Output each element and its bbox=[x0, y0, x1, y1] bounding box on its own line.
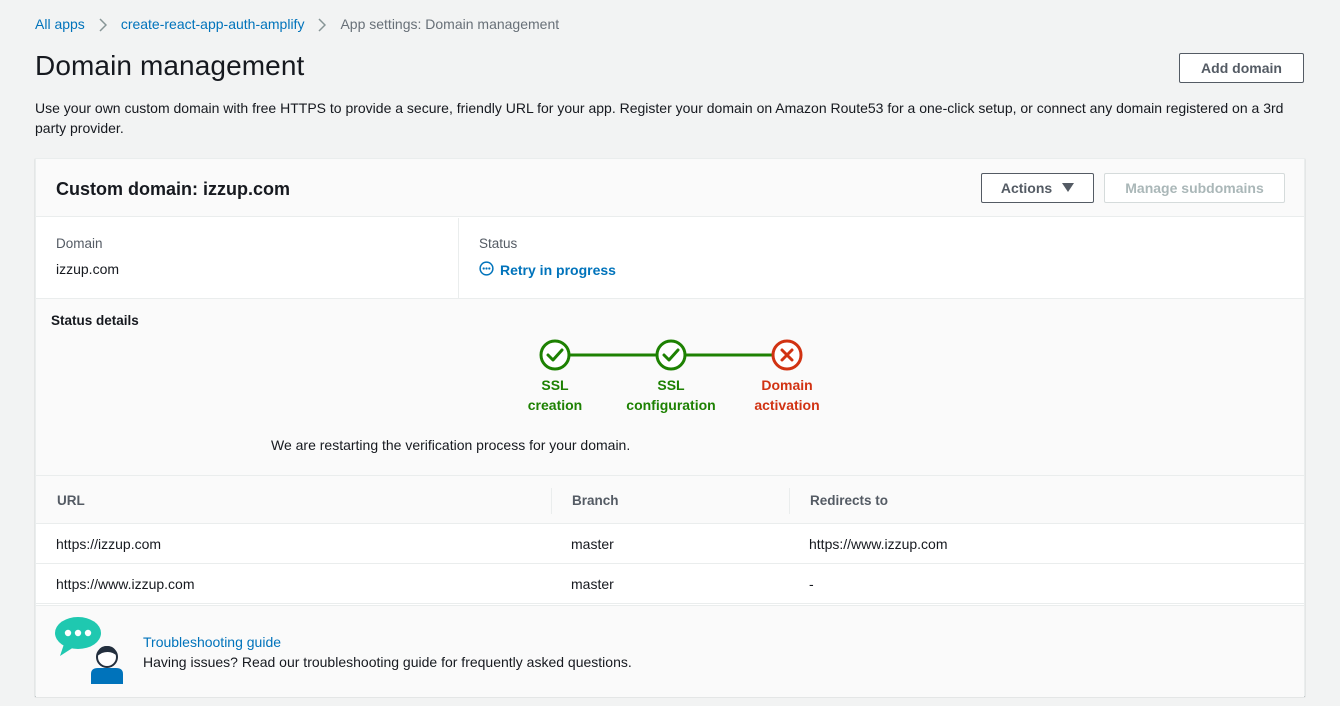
troubleshooting-footer: Troubleshooting guide Having issues? Rea… bbox=[36, 605, 1304, 697]
page-description: Use your own custom domain with free HTT… bbox=[35, 100, 1284, 136]
table-header: URL Branch Redirects to bbox=[36, 475, 1304, 524]
domain-label: Domain bbox=[56, 236, 103, 251]
domain-info-row: Domain izzup.com Status Retry in progres… bbox=[36, 218, 1304, 298]
step-label-line: creation bbox=[527, 397, 583, 413]
step-label-line: activation bbox=[754, 397, 820, 413]
cell-branch: master bbox=[571, 536, 614, 552]
column-divider bbox=[789, 488, 790, 514]
error-circle-icon bbox=[771, 339, 803, 371]
status-label: Status bbox=[479, 236, 518, 251]
breadcrumb-current: App settings: Domain management bbox=[340, 16, 560, 32]
cell-url: https://izzup.com bbox=[56, 536, 162, 552]
column-header-url: URL bbox=[57, 493, 85, 508]
cell-redirect: https://www.izzup.com bbox=[809, 536, 948, 552]
table-row: https://izzup.com master https://www.izz… bbox=[36, 524, 1304, 564]
step-label-line: configuration bbox=[626, 397, 716, 413]
caret-down-icon bbox=[1062, 180, 1075, 196]
support-chat-icon bbox=[54, 616, 126, 693]
table-row: https://www.izzup.com master - bbox=[36, 564, 1304, 604]
status-details-section: Status details SSL creation SSL configur… bbox=[36, 298, 1304, 475]
status-message: We are restarting the verification proce… bbox=[271, 437, 631, 453]
step-label-ssl-creation: SSL creation bbox=[495, 375, 615, 415]
step-label-domain-activation: Domain activation bbox=[727, 375, 847, 415]
panel-header: Custom domain: izzup.com Actions Manage … bbox=[36, 159, 1304, 217]
troubleshooting-text: Having issues? Read our troubleshooting … bbox=[143, 654, 632, 670]
breadcrumb-all-apps[interactable]: All apps bbox=[35, 16, 85, 32]
step-label-line: Domain bbox=[761, 377, 813, 393]
cell-redirect: - bbox=[809, 576, 814, 592]
breadcrumb: All apps create-react-app-auth-amplify A… bbox=[35, 14, 559, 34]
chevron-right-icon bbox=[85, 16, 121, 32]
in-progress-icon bbox=[479, 261, 500, 279]
status-value: Retry in progress bbox=[479, 261, 616, 279]
status-stepper: SSL creation SSL configuration Domain ac… bbox=[36, 299, 1304, 439]
add-domain-button[interactable]: Add domain bbox=[1179, 53, 1304, 83]
column-header-branch: Branch bbox=[572, 493, 619, 508]
check-circle-icon bbox=[655, 339, 687, 371]
url-table: URL Branch Redirects to https://izzup.co… bbox=[36, 475, 1304, 604]
actions-dropdown-button[interactable]: Actions bbox=[981, 173, 1094, 203]
panel-title: Custom domain: izzup.com bbox=[56, 179, 290, 199]
domain-value: izzup.com bbox=[56, 261, 120, 277]
step-label-ssl-configuration: SSL configuration bbox=[611, 375, 731, 415]
breadcrumb-app[interactable]: create-react-app-auth-amplify bbox=[121, 16, 305, 32]
step-label-line: SSL bbox=[657, 377, 685, 393]
troubleshooting-guide-link[interactable]: Troubleshooting guide bbox=[143, 634, 281, 650]
chevron-right-icon bbox=[304, 16, 340, 32]
page-title: Domain management bbox=[35, 50, 305, 81]
column-divider bbox=[551, 488, 552, 514]
column-header-redirects: Redirects to bbox=[810, 493, 889, 508]
step-label-line: SSL bbox=[541, 377, 569, 393]
actions-label: Actions bbox=[1000, 180, 1053, 196]
cell-branch: master bbox=[571, 576, 614, 592]
manage-subdomains-button: Manage subdomains bbox=[1104, 173, 1285, 203]
status-column: Status Retry in progress bbox=[458, 218, 858, 298]
status-text: Retry in progress bbox=[500, 262, 616, 278]
check-circle-icon bbox=[539, 339, 571, 371]
custom-domain-panel: Custom domain: izzup.com Actions Manage … bbox=[35, 158, 1305, 697]
cell-url: https://www.izzup.com bbox=[56, 576, 195, 592]
domain-column: Domain izzup.com bbox=[56, 218, 456, 298]
